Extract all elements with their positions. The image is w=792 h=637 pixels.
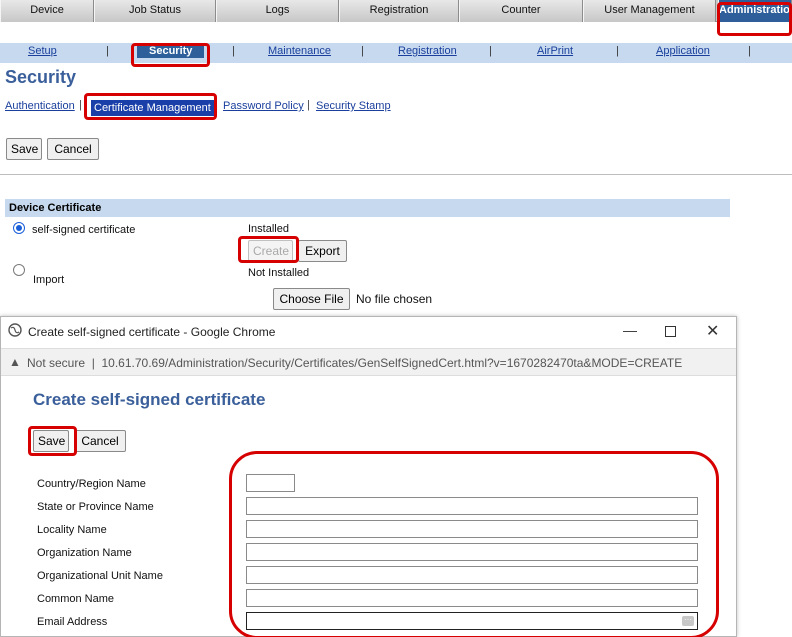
close-icon[interactable]: ✕ (706, 321, 719, 341)
popup-title: Create self-signed certificate - Google … (28, 325, 276, 339)
import-label: Import (33, 274, 65, 286)
link-password-policy[interactable]: Password Policy (223, 100, 304, 112)
field-label-common-name: Common Name (37, 593, 115, 605)
highlight-popup-save (28, 426, 77, 456)
no-file-text: No file chosen (356, 292, 433, 306)
link-security-stamp[interactable]: Security Stamp (316, 100, 391, 112)
self-signed-status: Installed (248, 223, 289, 235)
radio-import[interactable] (13, 264, 25, 276)
not-secure-label: Not secure (27, 356, 86, 370)
self-signed-label: self-signed certificate (32, 224, 136, 236)
popup-titlebar: Create self-signed certificate - Google … (1, 317, 736, 347)
popup-heading: Create self-signed certificate (33, 390, 266, 409)
subnav-separator: | (748, 45, 751, 57)
top-nav: Device Job Status Logs Registration Coun… (0, 0, 792, 22)
export-button[interactable]: Export (298, 240, 347, 262)
minimize-icon[interactable]: — (623, 322, 637, 338)
highlight-create (238, 236, 299, 263)
url-value: 10.61.70.69/Administration/Security/Cert… (101, 356, 683, 370)
tab-job-status[interactable]: Job Status (94, 0, 216, 22)
subnav-setup[interactable]: Setup (28, 45, 57, 57)
tab-logs[interactable]: Logs (216, 0, 339, 22)
cancel-button[interactable]: Cancel (47, 138, 99, 160)
highlight-fields (229, 451, 719, 637)
divider (0, 174, 792, 175)
import-status: Not Installed (248, 267, 310, 279)
subnav-airprint[interactable]: AirPrint (537, 45, 573, 57)
device-certificate-header: Device Certificate (5, 199, 730, 217)
subnav-registration[interactable]: Registration (398, 45, 457, 57)
subnav-separator: | (232, 45, 235, 57)
maximize-icon[interactable] (665, 326, 676, 337)
address-bar[interactable]: ▲ Not secure | 10.61.70.69/Administratio… (1, 348, 736, 376)
highlight-security (131, 43, 210, 67)
subnav-maintenance[interactable]: Maintenance (268, 45, 331, 57)
radio-self-signed[interactable] (13, 222, 25, 234)
field-label-locality: Locality Name (37, 524, 107, 536)
subnav-separator: | (616, 45, 619, 57)
page-title: Security (5, 67, 77, 87)
subnav-application[interactable]: Application (656, 45, 710, 57)
tab-counter[interactable]: Counter (459, 0, 583, 22)
popup-window: Create self-signed certificate - Google … (0, 316, 737, 637)
globe-icon (8, 323, 22, 342)
field-label-organization: Organization Name (37, 547, 132, 559)
field-label-country: Country/Region Name (37, 478, 146, 490)
tab-registration[interactable]: Registration (339, 0, 459, 22)
save-button[interactable]: Save (6, 138, 42, 160)
field-label-state: State or Province Name (37, 501, 154, 513)
subnav-separator: | (106, 45, 109, 57)
field-label-org-unit: Organizational Unit Name (37, 570, 163, 582)
field-label-email: Email Address (37, 616, 108, 628)
popup-cancel-button[interactable]: Cancel (74, 430, 126, 452)
highlight-administration (717, 2, 792, 36)
url-text: Not secure | 10.61.70.69/Administration/… (27, 356, 683, 370)
link-separator: | (79, 99, 82, 111)
warning-icon: ▲ (9, 355, 21, 369)
link-authentication[interactable]: Authentication (5, 100, 75, 112)
tab-device[interactable]: Device (0, 0, 94, 22)
subnav-separator: | (361, 45, 364, 57)
choose-file-button[interactable]: Choose File (273, 288, 350, 310)
link-separator: | (307, 99, 310, 111)
tab-user-management[interactable]: User Management (583, 0, 716, 22)
subnav-separator: | (489, 45, 492, 57)
highlight-certificate-management (84, 93, 217, 120)
